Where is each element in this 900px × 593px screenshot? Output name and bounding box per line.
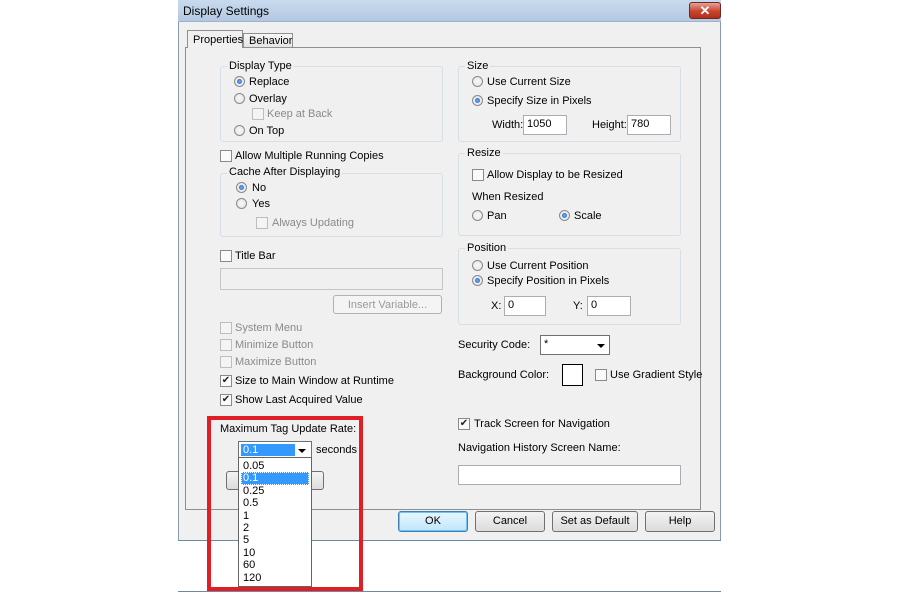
checkbox-maximize-button[interactable]: [220, 356, 232, 368]
radio-replace[interactable]: [234, 76, 245, 87]
specify-size-label: Specify Size in Pixels: [487, 95, 592, 107]
help-button[interactable]: Help: [645, 511, 715, 532]
cancel-button[interactable]: Cancel: [475, 511, 545, 532]
title-bar-label: Title Bar: [235, 250, 276, 262]
checkbox-allow-resize[interactable]: [472, 169, 484, 181]
use-current-size-label: Use Current Size: [487, 76, 571, 88]
radio-on-top[interactable]: [234, 125, 245, 136]
checkbox-always-updating[interactable]: [256, 217, 268, 229]
tab-join: [188, 46, 242, 48]
tab-behavior[interactable]: Behavior: [243, 33, 293, 48]
cache-legend: Cache After Displaying: [227, 166, 343, 178]
radio-scale[interactable]: [559, 210, 570, 221]
y-input[interactable]: 0: [587, 296, 631, 316]
height-input[interactable]: 780: [627, 115, 671, 135]
radio-cache-yes[interactable]: [236, 198, 247, 209]
gradient-style-label: Use Gradient Style: [610, 369, 703, 381]
radio-specify-position[interactable]: [472, 275, 483, 286]
width-input[interactable]: 1050: [523, 115, 567, 135]
checkbox-track-screen[interactable]: ✔: [458, 418, 470, 430]
insert-variable-button[interactable]: Insert Variable...: [333, 295, 442, 314]
radio-on-top-label: On Top: [249, 125, 285, 137]
keep-at-back-label: Keep at Back: [267, 108, 333, 120]
always-updating-label: Always Updating: [272, 217, 354, 229]
pan-label: Pan: [487, 210, 507, 222]
width-label: Width:: [492, 119, 524, 131]
use-current-position-label: Use Current Position: [487, 260, 589, 272]
allow-multiple-label: Allow Multiple Running Copies: [235, 150, 384, 162]
system-menu-label: System Menu: [235, 322, 303, 334]
maximize-button-label: Maximize Button: [235, 356, 317, 368]
close-button[interactable]: ✕: [689, 2, 721, 19]
y-label: Y:: [573, 300, 583, 312]
title-bar-input[interactable]: [220, 268, 443, 290]
radio-pan[interactable]: [472, 210, 483, 221]
radio-cache-yes-label: Yes: [252, 198, 270, 210]
scale-label: Scale: [574, 210, 602, 222]
display-type-legend: Display Type: [227, 60, 294, 72]
set-as-default-button[interactable]: Set as Default: [552, 511, 638, 532]
divider: [178, 591, 721, 592]
checkbox-show-last[interactable]: ✔: [220, 394, 232, 406]
radio-overlay-label: Overlay: [249, 93, 287, 105]
height-label: Height:: [592, 119, 627, 131]
radio-use-current-position[interactable]: [472, 260, 483, 271]
allow-resize-label: Allow Display to be Resized: [487, 169, 623, 181]
radio-replace-label: Replace: [249, 76, 290, 88]
security-code-value: *: [544, 338, 549, 350]
size-legend: Size: [465, 60, 491, 72]
position-legend: Position: [465, 242, 509, 254]
highlight-box: [207, 416, 363, 591]
background-color-label: Background Color:: [458, 369, 550, 381]
nav-history-label: Navigation History Screen Name:: [458, 442, 621, 454]
checkbox-minimize-button[interactable]: [220, 339, 232, 351]
when-resized-label: When Resized: [472, 191, 544, 203]
security-code-select[interactable]: *: [540, 335, 610, 355]
checkbox-keep-at-back[interactable]: [252, 108, 264, 120]
minimize-button-label: Minimize Button: [235, 339, 314, 351]
radio-overlay[interactable]: [234, 93, 245, 104]
resize-legend: Resize: [465, 147, 503, 159]
x-label: X:: [491, 300, 502, 312]
x-input[interactable]: 0: [504, 296, 546, 316]
specify-position-label: Specify Position in Pixels: [487, 275, 610, 287]
checkbox-title-bar[interactable]: [220, 250, 232, 262]
size-to-main-label: Size to Main Window at Runtime: [235, 375, 394, 387]
ok-button[interactable]: OK: [398, 511, 468, 532]
checkbox-allow-multiple[interactable]: [220, 150, 232, 162]
radio-use-current-size[interactable]: [472, 76, 483, 87]
checkbox-gradient-style[interactable]: [595, 369, 607, 381]
checkbox-system-menu[interactable]: [220, 322, 232, 334]
radio-specify-size[interactable]: [472, 95, 483, 106]
radio-cache-no[interactable]: [236, 182, 247, 193]
radio-cache-no-label: No: [252, 182, 267, 194]
window-title: Display Settings: [183, 4, 270, 18]
chevron-down-icon: [597, 344, 605, 348]
nav-history-input[interactable]: [458, 465, 681, 485]
security-code-label: Security Code:: [458, 339, 531, 351]
track-screen-label: Track Screen for Navigation: [474, 418, 610, 430]
checkbox-size-to-main[interactable]: ✔: [220, 375, 232, 387]
background-color-swatch[interactable]: [562, 364, 583, 386]
show-last-label: Show Last Acquired Value: [235, 394, 363, 406]
